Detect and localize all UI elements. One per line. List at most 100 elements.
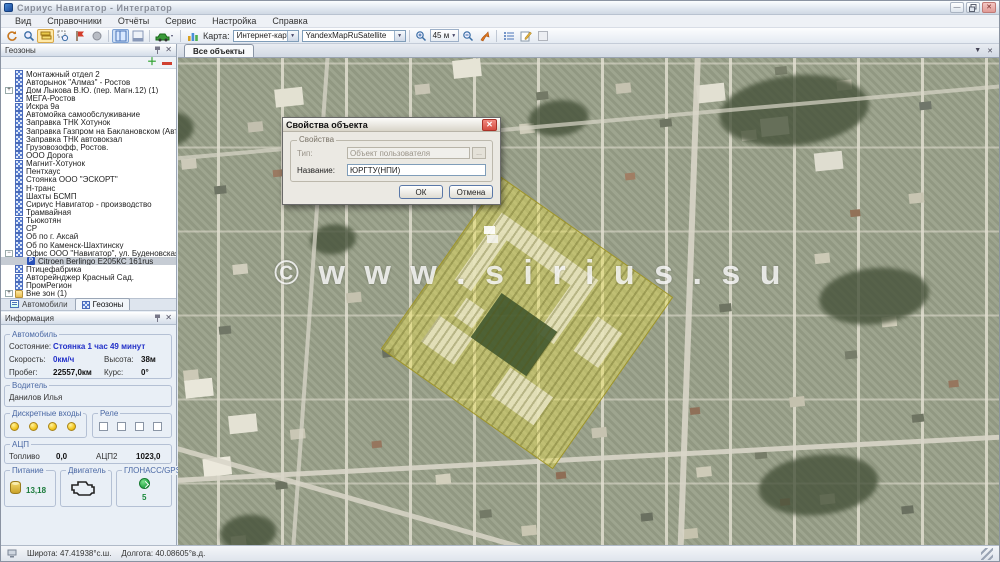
tree-item-label: Стоянка ООО "ЭСКОРТ" [26,176,118,184]
tree-item[interactable]: Пентхаус [1,168,176,176]
chevron-down-icon: ▼ [451,33,456,39]
edit-button[interactable] [517,29,534,43]
pushpin-icon [154,314,161,322]
relay-checkbox[interactable] [99,422,108,431]
track-button[interactable] [476,29,493,43]
flag-button[interactable] [71,29,88,43]
menu-item[interactable]: Сервис [157,16,204,26]
tree-item[interactable]: Шахты БСМП [1,192,176,200]
tree-item[interactable]: Об по г. Аксай [1,233,176,241]
tree-item[interactable]: +Дом Лыкова В.Ю. (пер. Магн.12) (1) [1,86,176,94]
expander-plus-icon[interactable]: + [5,290,13,297]
menu-item[interactable]: Справочники [39,16,110,26]
pin-icon[interactable] [154,46,161,54]
remove-geozone-button[interactable]: ▬ [162,58,172,68]
list-button[interactable] [500,29,517,43]
map-scale-combo[interactable]: 45 м ▼ [430,29,460,42]
tree-item[interactable]: МЕГА-Ростов [1,94,176,102]
tree-item[interactable]: Н-транс [1,184,176,192]
tree-item[interactable]: ООО Дорога [1,151,176,159]
tree-item[interactable]: PCitroen Berlingo Е205КС 161rus [1,257,176,265]
tree-item-label: Офис ООО "Навигатор", ул. Буденовская, 2… [26,249,176,257]
grid-view-button[interactable] [534,29,551,43]
geozone-icon [15,200,23,208]
tree-item[interactable]: Монтажный отдел 2 [1,70,176,78]
tree-item[interactable]: Магнит-Хотунок [1,160,176,168]
tree-item[interactable]: ПромРегион [1,282,176,290]
tree-item[interactable]: Стоянка ООО "ЭСКОРТ" [1,176,176,184]
layout-button[interactable] [129,29,146,43]
battery-icon [10,481,21,494]
sidebar-tab-geozones[interactable]: Геозоны [75,298,131,310]
tree-item[interactable]: Об по Каменск-Шахтинску [1,241,176,249]
name-label: Название: [297,166,347,175]
expander-spacer [5,168,13,175]
dialog-close-button[interactable]: ✕ [482,119,497,131]
close-tab-icon[interactable]: ✕ [987,47,993,55]
close-panel-icon[interactable]: ✕ [165,46,172,54]
tree-item[interactable]: Тьюкотян [1,217,176,225]
name-field[interactable]: ЮРГТУ(НПИ) [347,164,486,176]
tree-item[interactable]: Сириус Навигатор - производство [1,200,176,208]
expander-spacer [5,160,13,167]
tree-item[interactable]: Трамвайная [1,208,176,216]
tree-item[interactable]: Авторынок "Алмаз" - Ростов [1,78,176,86]
tree-item[interactable]: Автомойка самообслуживание [1,111,176,119]
restore-button[interactable] [966,2,980,13]
minimize-button[interactable]: — [950,2,964,13]
chart-icon [187,30,199,42]
tree-item[interactable]: Грузовозофф, Ростов. [1,143,176,151]
close-panel-icon[interactable]: ✕ [165,314,172,322]
geozone-icon [15,168,23,176]
map-layer-combo[interactable]: YandexMapRuSatellite ▼ [302,30,406,42]
sidebar-tab-vehicles[interactable]: Автомобили [3,298,75,310]
zoom-select-button[interactable] [54,29,71,43]
vehicle-menu-button[interactable] [153,29,177,43]
tree-item[interactable]: Авторейнджер Красный Сад. [1,274,176,282]
tree-item-label: Магнит-Хотунок [26,160,85,168]
tree-item[interactable]: Искра 9а [1,103,176,111]
menu-item[interactable]: Справка [264,16,315,26]
tab-list-dropdown-icon[interactable]: ▼ [974,47,981,55]
menu-item[interactable]: Настройка [204,16,264,26]
search-button[interactable] [20,29,37,43]
tree-item[interactable]: Птицефабрика [1,265,176,273]
tree-item[interactable]: Заправка Газпром на Баклановском (Автово… [1,127,176,135]
expander-plus-icon[interactable]: + [5,87,13,94]
expander-spacer [5,225,13,232]
menu-item[interactable]: Вид [7,16,39,26]
zoom-in-button[interactable] [413,29,430,43]
cancel-button[interactable]: Отмена [449,185,493,199]
expander-spacer [5,111,13,118]
resize-grip[interactable] [981,548,993,560]
relay-checkbox[interactable] [117,422,126,431]
refresh-button[interactable] [3,29,20,43]
zoom-out-button[interactable] [459,29,476,43]
expander-minus-icon[interactable]: − [5,250,13,257]
map-tab-all-objects[interactable]: Все объекты [184,44,254,57]
tree-item-label: Шахты БСМП [26,192,77,200]
object-properties-dialog: Свойства объекта ✕ Свойства Тип: Объект … [282,117,501,205]
chart-button[interactable] [184,29,201,43]
tree-item[interactable]: СР [1,225,176,233]
map-provider-combo[interactable]: Интернет-карты ▼ [233,30,299,42]
add-geozone-button[interactable]: ＋ [147,58,157,68]
ellipsis-button[interactable]: ... [472,147,486,159]
relay-checkboxes [99,422,162,431]
show-geozones-toggle[interactable] [37,29,54,43]
panels-toggle[interactable] [112,29,129,43]
tree-item-label: Сириус Навигатор - производство [26,200,152,208]
dialog-title-bar[interactable]: Свойства объекта ✕ [283,118,500,132]
record-button[interactable] [88,29,105,43]
ok-button[interactable]: ОК [399,185,443,199]
tree-item[interactable]: − Офис ООО "Навигатор", ул. Буденовская, … [1,249,176,257]
tree-item[interactable]: Заправка ТНК автовокзал [1,135,176,143]
pin-icon[interactable] [154,314,161,322]
geozones-toolbar: ＋ ▬ [1,57,176,69]
menu-item[interactable]: Отчёты [110,16,157,26]
tree-item[interactable]: +Вне зон (1) [1,290,176,298]
close-button[interactable]: ✕ [982,2,996,13]
tree-item[interactable]: Заправка ТНК Хотунок [1,119,176,127]
relay-checkbox[interactable] [135,422,144,431]
relay-checkbox[interactable] [153,422,162,431]
